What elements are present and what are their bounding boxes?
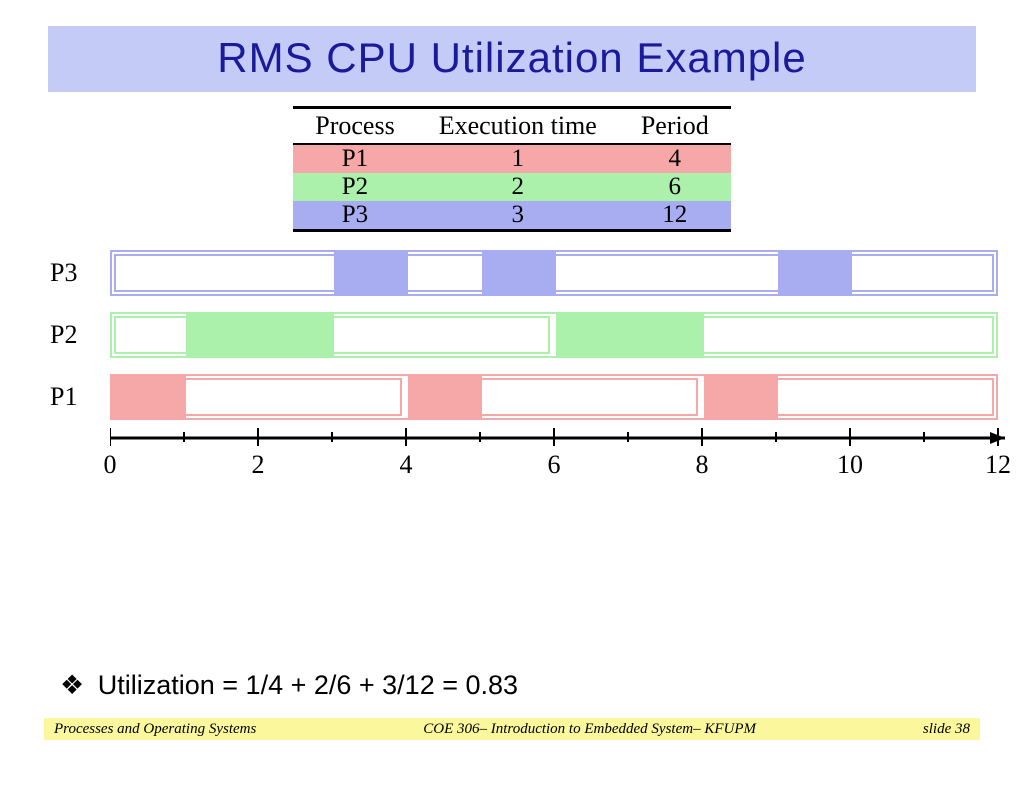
cell-period: 6 bbox=[619, 173, 731, 201]
axis-tick-label: 6 bbox=[548, 450, 561, 480]
cell-exec: 1 bbox=[417, 144, 619, 173]
table-row: P2 2 6 bbox=[293, 173, 730, 201]
bullet-icon: ❖ bbox=[60, 670, 84, 700]
axis-tick-label: 4 bbox=[400, 450, 413, 480]
axis-tick-label: 2 bbox=[252, 450, 265, 480]
cell-exec: 3 bbox=[417, 201, 619, 231]
footer-center: COE 306– Introduction to Embedded System… bbox=[423, 721, 756, 738]
utilization-line: ❖ Utilization = 1/4 + 2/6 + 3/12 = 0.83 bbox=[60, 670, 518, 701]
axis-tick-label: 0 bbox=[104, 450, 117, 480]
slide-title: RMS CPU Utilization Example bbox=[217, 34, 807, 81]
table-row: P1 1 4 bbox=[293, 144, 730, 173]
cell-exec: 2 bbox=[417, 173, 619, 201]
period-window bbox=[114, 316, 550, 354]
table-row: P3 3 12 bbox=[293, 201, 730, 231]
gantt-lane-p2 bbox=[110, 312, 998, 358]
cell-name: P3 bbox=[293, 201, 416, 231]
cell-period: 12 bbox=[619, 201, 731, 231]
axis-tick-label: 10 bbox=[837, 450, 863, 480]
lane-label: P2 bbox=[50, 320, 77, 350]
axis-tick-label: 12 bbox=[985, 450, 1011, 480]
cell-name: P2 bbox=[293, 173, 416, 201]
period-window bbox=[410, 378, 698, 416]
gantt-lane-p1 bbox=[110, 374, 998, 420]
process-table: Process Execution time Period P1 1 4 P2 … bbox=[293, 106, 730, 232]
slide-footer: Processes and Operating Systems COE 306–… bbox=[44, 718, 980, 740]
period-window bbox=[114, 254, 994, 292]
axis-tick-label: 8 bbox=[696, 450, 709, 480]
footer-right: slide 38 bbox=[923, 721, 970, 738]
footer-left: Processes and Operating Systems bbox=[54, 721, 256, 738]
col-exec: Execution time bbox=[417, 108, 619, 145]
period-window bbox=[706, 378, 994, 416]
cell-period: 4 bbox=[619, 144, 731, 173]
period-window bbox=[114, 378, 402, 416]
lane-label: P3 bbox=[50, 258, 77, 288]
col-process: Process bbox=[293, 108, 416, 145]
cell-name: P1 bbox=[293, 144, 416, 173]
gantt-lane-p3 bbox=[110, 250, 998, 296]
utilization-text: Utilization = 1/4 + 2/6 + 3/12 = 0.83 bbox=[98, 670, 518, 700]
gantt-chart: P3P2P1024681012 bbox=[40, 250, 984, 510]
slide-title-band: RMS CPU Utilization Example bbox=[48, 26, 976, 92]
lane-label: P1 bbox=[50, 382, 77, 412]
period-window bbox=[558, 316, 994, 354]
col-period: Period bbox=[619, 108, 731, 145]
